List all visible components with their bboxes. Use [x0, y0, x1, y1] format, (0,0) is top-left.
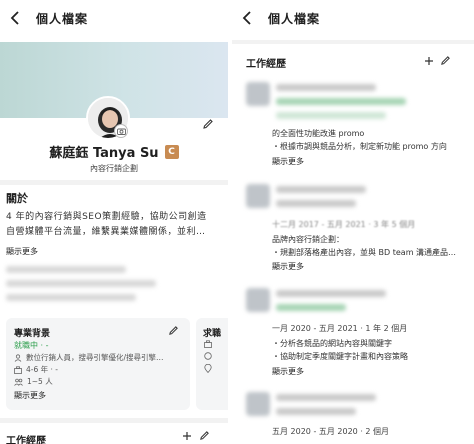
blurred-content: [6, 266, 126, 273]
section-divider: [0, 418, 228, 423]
entry-description: 的全面性功能改進 promo: [272, 129, 365, 138]
person-icon: [14, 353, 22, 362]
company-logo: [246, 288, 270, 312]
blurred-date: [276, 112, 386, 119]
chevron-left-icon: [10, 11, 19, 25]
team-row: 1~5 人: [14, 376, 53, 387]
screenshot-root: 個人檔案 蘇庭鈺 Tanya Su C 內容行銷企劃 關於 4 年的內容行銷與S…: [0, 0, 474, 444]
about-show-more-link[interactable]: 顯示更多: [6, 246, 38, 257]
pencil-icon: [200, 431, 209, 440]
card-heading: 求職: [203, 329, 222, 339]
blurred-company: [276, 304, 346, 311]
blurred-title: [276, 186, 366, 193]
change-photo-button[interactable]: [114, 124, 128, 138]
entry-date: 五月 2020 - 五月 2020 · 2 個月: [272, 427, 390, 436]
back-button[interactable]: [236, 7, 258, 29]
years-row: 4-6 年 · -: [14, 364, 58, 375]
blurred-company: [276, 200, 356, 207]
about-heading: 關於: [6, 192, 28, 205]
name-row: 蘇庭鈺 Tanya Su C: [0, 142, 228, 161]
top-bar: 個人檔案: [0, 0, 228, 36]
entry-date: 一月 2020 - 五月 2021 · 1 年 2 個月: [272, 324, 408, 333]
page-title: 個人檔案: [36, 11, 89, 26]
employment-status: 就職中 · -: [14, 341, 49, 350]
plus-icon: [183, 432, 191, 440]
edit-experience-button[interactable]: [440, 55, 451, 66]
profile-name: 蘇庭鈺 Tanya Su: [49, 146, 159, 161]
blurred-company: [276, 98, 406, 105]
role-row: 數位行銷人員，搜尋引擎優化/搜尋引擎…: [14, 352, 164, 363]
entry-description: ・協助制定季度關鍵字計畫和內容策略: [272, 352, 408, 361]
entry-description: ・分析各競品的網站內容與關鍵字: [272, 339, 392, 348]
edit-experience-button[interactable]: [199, 430, 210, 441]
background-card: 專業背景 就職中 · - 數位行銷人員，搜尋引擎優化/搜尋引擎… 4-6 年 ·…: [6, 318, 190, 410]
experience-heading: 工作經歷: [246, 59, 286, 70]
page-title: 個人檔案: [268, 11, 321, 26]
about-text: 4 年的內容行銷與SEO策劃經驗，協助公司創造 自營媒體平台流量，維繫異業媒體關…: [6, 210, 220, 240]
experience-panel: 個人檔案 工作經歷 的全面性功能改進 promo ・根據市調與競品分析，制定新功…: [232, 0, 474, 444]
years-text: 4-6 年 · -: [26, 365, 58, 374]
briefcase-icon: [204, 340, 212, 348]
pencil-icon: [441, 56, 450, 65]
camera-icon: [116, 128, 126, 135]
blurred-content: [6, 280, 156, 287]
entry-show-more-link[interactable]: 顯示更多: [272, 261, 304, 272]
company-logo: [246, 82, 270, 106]
company-logo: [246, 392, 270, 416]
entry-description: ・根據市調與競品分析，制定新功能 promo 方向: [272, 142, 447, 151]
blurred-title: [276, 394, 376, 401]
top-bar: 個人檔案: [232, 0, 474, 36]
entry-date: 十二月 2017 - 五月 2021 · 3 年 5 個月: [272, 220, 416, 229]
entry-description: 品牌內容行銷企劃：: [272, 235, 344, 244]
role-text: 數位行銷人員，搜尋引擎優化/搜尋引擎…: [26, 353, 164, 362]
add-experience-button[interactable]: [424, 56, 434, 66]
about-line: 4 年的內容行銷與SEO策劃經驗，協助公司創造: [6, 212, 207, 222]
blurred-title: [276, 84, 376, 91]
coin-icon: [204, 352, 212, 360]
blurred-content: [6, 294, 136, 301]
entry-show-more-link[interactable]: 顯示更多: [272, 366, 304, 377]
background-show-more-link[interactable]: 顯示更多: [14, 390, 46, 401]
briefcase-icon: [14, 365, 22, 374]
team-text: 1~5 人: [27, 377, 53, 386]
chevron-left-icon: [242, 11, 251, 25]
back-button[interactable]: [4, 7, 26, 29]
profile-headline: 內容行銷企劃: [90, 164, 138, 173]
pencil-icon: [169, 326, 178, 335]
section-divider: [232, 40, 474, 44]
edit-background-button[interactable]: [168, 325, 179, 336]
pencil-icon: [203, 119, 213, 129]
edit-profile-button[interactable]: [202, 118, 214, 130]
experience-heading: 工作經歷: [6, 436, 46, 444]
location-icon: [204, 364, 212, 373]
job-preference-card: 求職: [196, 318, 228, 410]
plus-icon: [425, 57, 433, 65]
add-experience-button[interactable]: [182, 431, 192, 441]
section-divider: [0, 180, 228, 185]
company-logo: [246, 184, 270, 208]
blurred-company: [276, 408, 356, 415]
entry-description: ・規劃部落格產出內容，並與 BD team 溝通產品…: [272, 248, 457, 257]
level-badge: C: [164, 144, 179, 159]
entry-show-more-link[interactable]: 顯示更多: [272, 156, 304, 167]
card-heading: 專業背景: [14, 329, 51, 339]
team-icon: [14, 378, 23, 386]
profile-panel: 個人檔案 蘇庭鈺 Tanya Su C 內容行銷企劃 關於 4 年的內容行銷與S…: [0, 0, 228, 444]
blurred-title: [276, 290, 386, 297]
about-line: 自營媒體平台流量，維繫異業媒體關係，並利…: [6, 227, 206, 237]
